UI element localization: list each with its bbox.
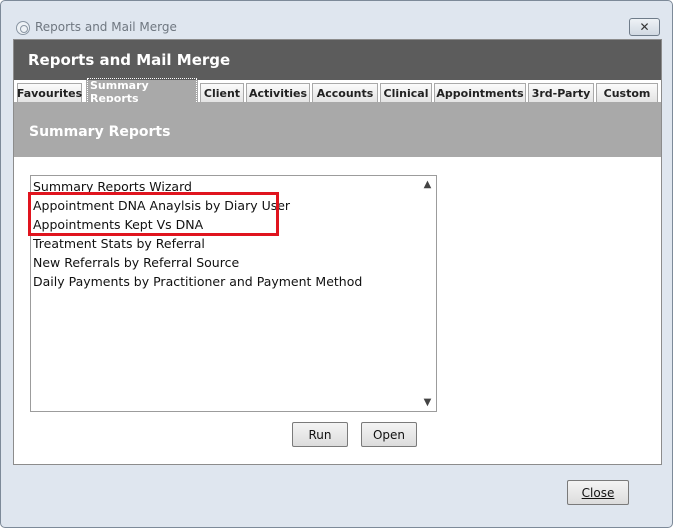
open-button[interactable]: Open bbox=[361, 422, 417, 447]
report-list[interactable]: Summary Reports Wizard Appointment DNA A… bbox=[30, 175, 437, 412]
tab-custom[interactable]: Custom bbox=[596, 83, 658, 102]
header-bar: Reports and Mail Merge bbox=[14, 40, 661, 80]
list-item[interactable]: Treatment Stats by Referral bbox=[33, 234, 205, 253]
client-area: Reports and Mail Merge Favourites Summar… bbox=[13, 39, 662, 465]
section-header: Summary Reports bbox=[14, 102, 661, 157]
tab-label: Favourites bbox=[16, 86, 83, 100]
reports-window: Reports and Mail Merge ✕ Reports and Mai… bbox=[0, 0, 673, 528]
tab-appointments[interactable]: Appointments bbox=[434, 83, 526, 102]
list-scrollbar[interactable]: ▲ ▼ bbox=[419, 176, 436, 411]
close-button-label: Close bbox=[581, 485, 615, 500]
tab-label: Client bbox=[203, 86, 241, 100]
scroll-down-button[interactable]: ▼ bbox=[419, 394, 436, 411]
list-item[interactable]: Daily Payments by Practitioner and Payme… bbox=[33, 272, 362, 291]
section-title: Summary Reports bbox=[29, 124, 171, 140]
window-title: Reports and Mail Merge bbox=[35, 20, 177, 34]
scroll-up-button[interactable]: ▲ bbox=[419, 176, 436, 193]
chevron-up-icon: ▲ bbox=[423, 179, 432, 190]
run-button[interactable]: Run bbox=[292, 422, 348, 447]
tab-label: Custom bbox=[603, 86, 651, 100]
window-close-button[interactable]: ✕ bbox=[629, 18, 660, 36]
tab-summary-reports[interactable]: Summary Reports bbox=[86, 77, 198, 106]
app-logo-icon bbox=[16, 21, 30, 35]
close-button[interactable]: Close bbox=[567, 480, 629, 505]
tab-label: Clinical bbox=[383, 86, 429, 100]
list-item[interactable]: Appointment DNA Anaylsis by Diary User bbox=[33, 196, 290, 215]
title-bar: Reports and Mail Merge ✕ bbox=[1, 1, 672, 37]
open-button-label: Open bbox=[372, 427, 406, 442]
tab-activities[interactable]: Activities bbox=[246, 83, 310, 102]
list-item[interactable]: Appointments Kept Vs DNA bbox=[33, 215, 203, 234]
tab-strip: Favourites Summary Reports Client Activi… bbox=[14, 77, 661, 106]
tab-3rd-party[interactable]: 3rd-Party bbox=[528, 83, 594, 102]
chevron-down-icon: ▼ bbox=[423, 397, 432, 408]
tab-label: Accounts bbox=[316, 86, 374, 100]
list-item[interactable]: Summary Reports Wizard bbox=[33, 177, 192, 196]
page-title: Reports and Mail Merge bbox=[28, 51, 231, 69]
tab-label: Activities bbox=[248, 86, 308, 100]
tab-label: Appointments bbox=[436, 86, 524, 100]
close-icon: ✕ bbox=[639, 20, 650, 34]
tab-label: 3rd-Party bbox=[531, 86, 591, 100]
tab-accounts[interactable]: Accounts bbox=[312, 83, 378, 102]
tab-client[interactable]: Client bbox=[200, 83, 244, 102]
tab-favourites[interactable]: Favourites bbox=[17, 83, 82, 102]
run-button-label: Run bbox=[308, 427, 332, 442]
list-item[interactable]: New Referrals by Referral Source bbox=[33, 253, 239, 272]
tab-clinical[interactable]: Clinical bbox=[380, 83, 432, 102]
